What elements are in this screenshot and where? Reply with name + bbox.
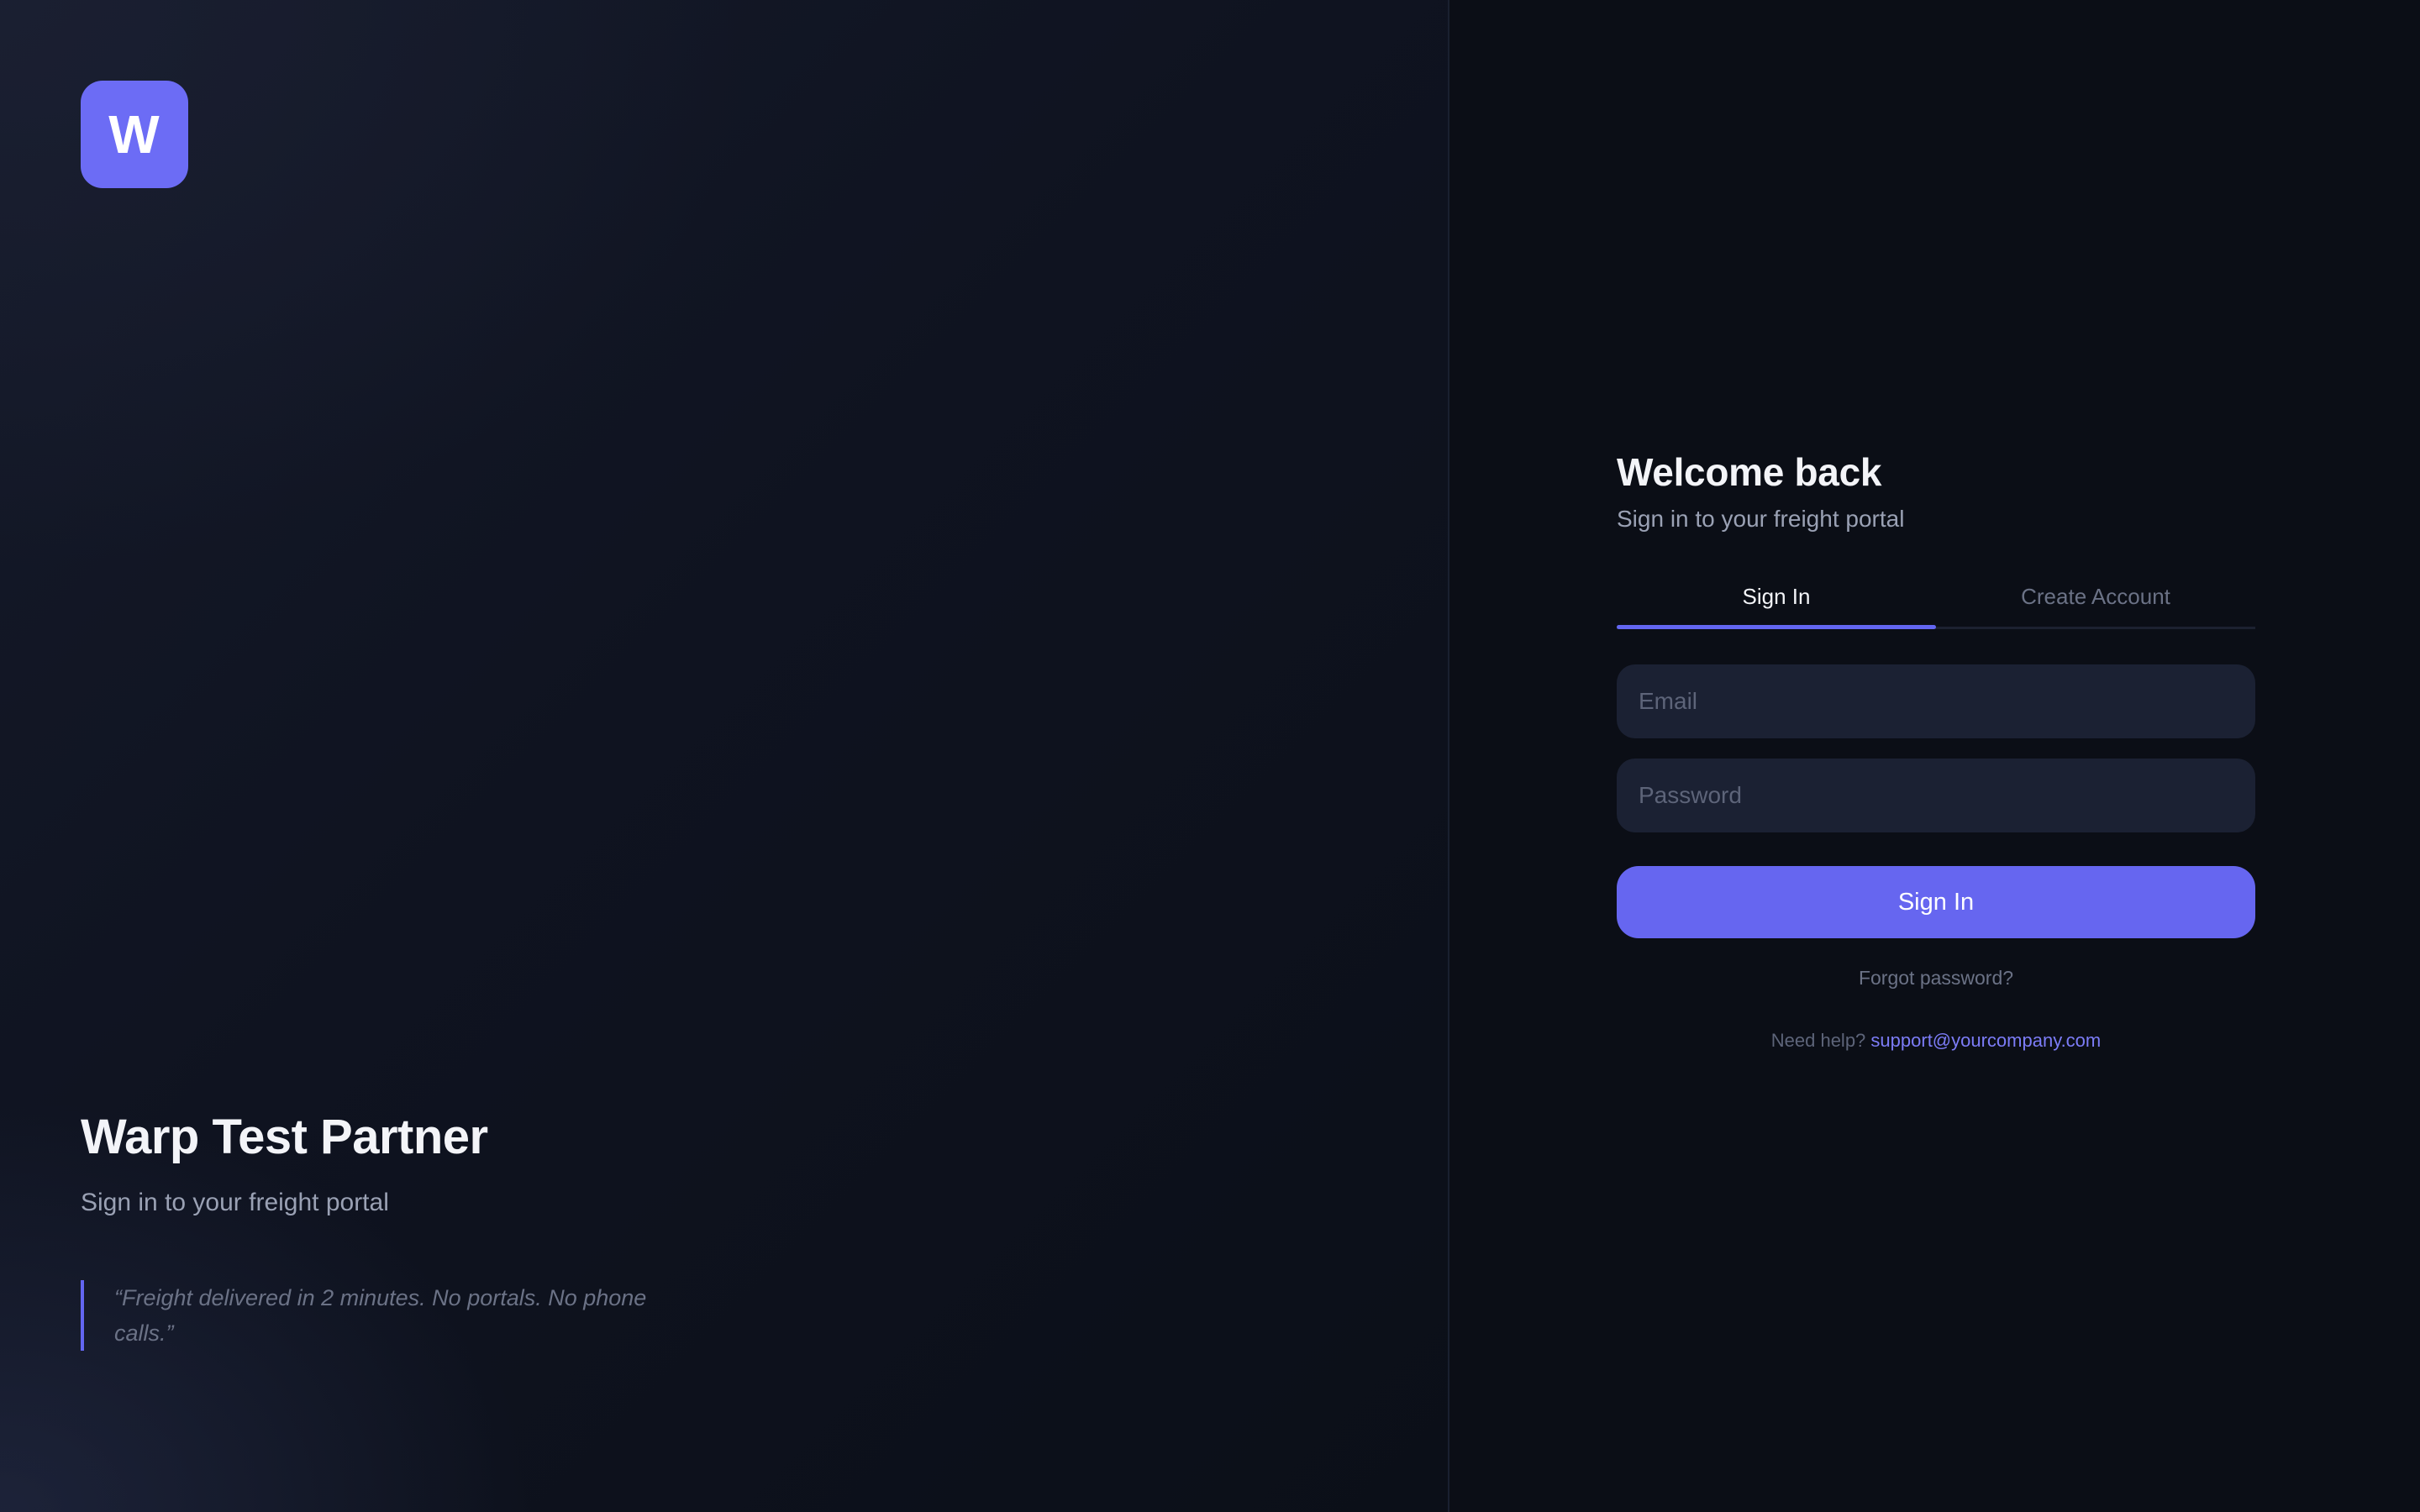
login-page: W Warp Test Partner Sign in to your frei… xyxy=(0,0,2420,1512)
auth-title: Welcome back xyxy=(1617,450,1882,494)
help-prefix: Need help? xyxy=(1770,1030,1866,1051)
auth-panel: Welcome back Sign in to your freight por… xyxy=(1449,0,2420,1512)
password-field[interactable] xyxy=(1617,759,2255,832)
email-field[interactable] xyxy=(1617,664,2255,738)
auth-subtitle: Sign in to your freight portal xyxy=(1617,506,1905,532)
brand-logo-letter: W xyxy=(108,104,160,165)
support-email-link[interactable]: support@yourcompany.com xyxy=(1870,1030,2101,1051)
auth-card: Welcome back Sign in to your freight por… xyxy=(1617,445,2255,1052)
forgot-password-link[interactable]: Forgot password? xyxy=(1617,967,2255,990)
auth-tabs: Sign In Create Account xyxy=(1617,566,2255,629)
brand-title: Warp Test Partner xyxy=(81,1110,488,1164)
brand-subtitle: Sign in to your freight portal xyxy=(81,1189,389,1216)
tab-create-account-label: Create Account xyxy=(2021,583,2170,609)
testimonial-quote-text: “Freight delivered in 2 minutes. No port… xyxy=(114,1285,647,1346)
help-text: Need help? support@yourcompany.com xyxy=(1617,1030,2255,1052)
sign-in-button[interactable]: Sign In xyxy=(1617,866,2255,938)
brand-logo: W xyxy=(81,81,188,188)
testimonial-quote: “Freight delivered in 2 minutes. No port… xyxy=(81,1280,686,1351)
tab-sign-in[interactable]: Sign In xyxy=(1617,566,1936,629)
tab-create-account[interactable]: Create Account xyxy=(1936,566,2255,627)
brand-panel: W Warp Test Partner Sign in to your frei… xyxy=(0,0,1449,1512)
tab-sign-in-label: Sign In xyxy=(1742,583,1811,609)
